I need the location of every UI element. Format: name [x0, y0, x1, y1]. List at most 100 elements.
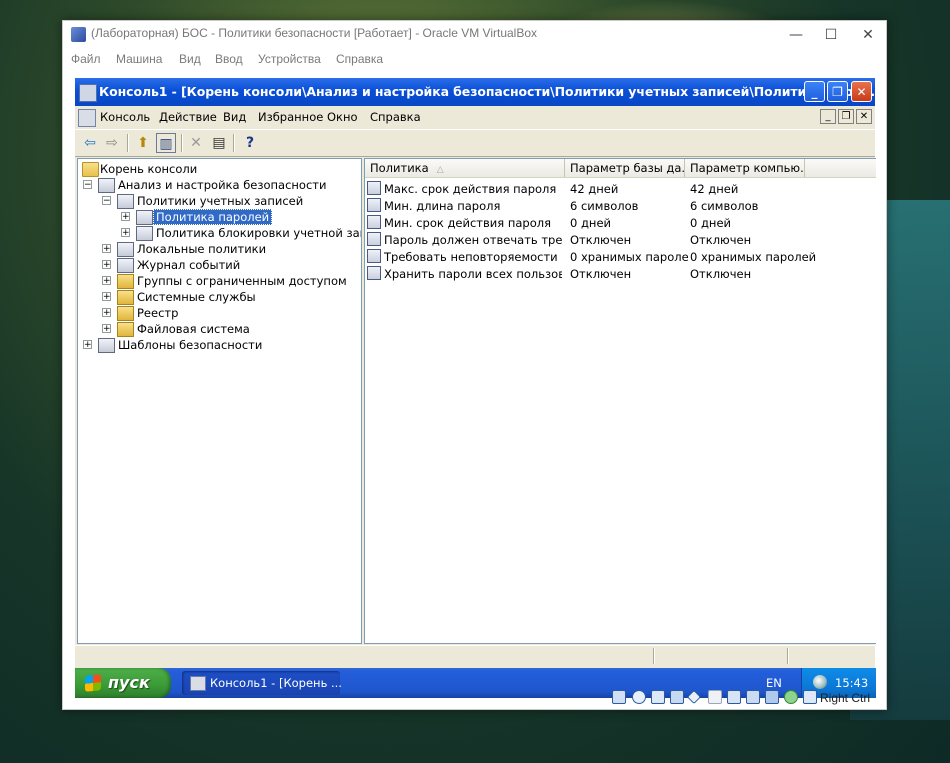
- table-row[interactable]: Макс. срок действия пароля 42 дней 42 дн…: [365, 180, 876, 197]
- audio-icon[interactable]: [651, 690, 665, 704]
- vbox-menu-machine[interactable]: Машина: [116, 52, 162, 66]
- up-folder-icon[interactable]: ⬆: [133, 133, 153, 153]
- tree-expand-icon[interactable]: +: [83, 340, 92, 350]
- mmc-menu-favorites[interactable]: Избранное: [258, 110, 323, 124]
- keyboard-capture-icon[interactable]: [803, 690, 817, 704]
- mmc-titlebar[interactable]: Консоль1 - [Корень консоли\Анализ и наст…: [75, 78, 884, 106]
- help-icon[interactable]: ?: [240, 133, 260, 153]
- policy-name: Пароль должен отвечать требо...: [384, 233, 562, 247]
- child-close-button[interactable]: ✕: [856, 109, 872, 124]
- host-key-label: Right Ctrl: [820, 691, 871, 705]
- tree-node-label[interactable]: Локальные политики: [135, 242, 268, 256]
- column-header-policy[interactable]: Политика △: [365, 159, 565, 177]
- tree-node-label[interactable]: Шаблоны безопасности: [116, 338, 264, 352]
- vbox-menu-file[interactable]: Файл: [71, 52, 101, 66]
- security-policy-icon: [117, 194, 134, 209]
- tree-expand-icon[interactable]: +: [102, 276, 111, 286]
- vbox-icon[interactable]: [765, 690, 779, 704]
- tree-expand-icon[interactable]: +: [102, 292, 111, 302]
- tree-node-label[interactable]: Системные службы: [135, 290, 258, 304]
- computer-setting-value: Отключен: [690, 267, 752, 281]
- mmc-menu-action[interactable]: Действие: [159, 110, 217, 124]
- mmc-close-button[interactable]: ✕: [851, 81, 872, 102]
- forward-arrow-icon[interactable]: ⇨: [102, 133, 122, 153]
- optical-drive-icon[interactable]: [632, 690, 646, 704]
- policy-name: Требовать неповторяемости па...: [384, 250, 562, 264]
- tree-node-label[interactable]: Реестр: [135, 306, 180, 320]
- vbox-menu-view[interactable]: Вид: [179, 52, 201, 66]
- delete-icon[interactable]: ✕: [186, 133, 206, 153]
- export-list-icon[interactable]: ▤: [209, 133, 229, 153]
- vbox-menu-input[interactable]: Ввод: [215, 52, 243, 66]
- tree-node-label[interactable]: Политика паролей: [153, 209, 273, 225]
- computer-setting-value: Отключен: [690, 233, 752, 247]
- database-setting-value: Отключен: [570, 267, 632, 281]
- shared-folders-icon[interactable]: [708, 690, 722, 704]
- mmc-title: Консоль1 - [Корень консоли\Анализ и наст…: [99, 84, 885, 99]
- virtualbox-app-icon: [71, 27, 86, 42]
- mmc-restore-button[interactable]: ❐: [827, 81, 848, 102]
- back-arrow-icon[interactable]: ⇦: [80, 133, 100, 153]
- table-row[interactable]: Мин. срок действия пароля 0 дней 0 дней: [365, 214, 876, 231]
- tree-expand-icon[interactable]: +: [121, 228, 130, 238]
- tree-expand-icon[interactable]: +: [102, 308, 111, 318]
- tree-node-label[interactable]: Политики учетных записей: [135, 194, 305, 208]
- vbox-menu-help[interactable]: Справка: [336, 52, 383, 66]
- mmc-menu-console[interactable]: Консоль: [100, 110, 150, 124]
- virtualbox-minimize-button[interactable]: —: [780, 24, 812, 46]
- display-icon[interactable]: [727, 690, 741, 704]
- virtualbox-close-button[interactable]: ✕: [852, 24, 884, 46]
- security-policy-icon: [117, 258, 134, 273]
- column-header-computer-setting[interactable]: Параметр компью...: [685, 159, 805, 177]
- table-row[interactable]: Хранить пароли всех пользоват... Отключе…: [365, 265, 876, 282]
- database-setting-value: Отключен: [570, 233, 632, 247]
- vbox-menu-devices[interactable]: Устройства: [258, 52, 321, 66]
- tree-node-label[interactable]: Файловая система: [135, 322, 252, 336]
- computer-setting-value: 0 хранимых паролей: [690, 250, 817, 264]
- mmc-document-icon[interactable]: [78, 109, 96, 127]
- mmc-menu-view[interactable]: Вид: [223, 110, 246, 124]
- policy-list[interactable]: Политика △ Параметр базы да... Параметр к…: [364, 158, 876, 644]
- tree-expand-icon[interactable]: +: [121, 212, 130, 222]
- tree-node-label[interactable]: Корень консоли: [98, 162, 199, 176]
- usb-icon[interactable]: [686, 689, 702, 705]
- tree-node-label[interactable]: Анализ и настройка безопасности: [116, 178, 328, 192]
- locked-folder-icon: [117, 290, 134, 305]
- tree-expand-icon[interactable]: +: [102, 324, 111, 334]
- console-tree[interactable]: Корень консоли − Анализ и настройка безо…: [77, 158, 362, 644]
- child-minimize-button[interactable]: _: [820, 109, 836, 124]
- column-header-database-setting[interactable]: Параметр базы да...: [565, 159, 685, 177]
- video-capture-icon[interactable]: [746, 690, 760, 704]
- locked-folder-icon: [117, 274, 134, 289]
- policy-item-icon: [367, 249, 381, 263]
- child-restore-button[interactable]: ❐: [838, 109, 854, 124]
- tree-collapse-icon[interactable]: −: [83, 180, 92, 190]
- mmc-toolbar: ⇦ ⇨ ⬆ ▥ ✕ ▤ ?: [75, 129, 875, 157]
- hard-disk-icon[interactable]: [612, 690, 626, 704]
- mmc-minimize-button[interactable]: _: [804, 81, 825, 102]
- table-row[interactable]: Требовать неповторяемости па... 0 храним…: [365, 248, 876, 265]
- guest-screen[interactable]: Консоль1 - [Корень консоли\Анализ и наст…: [75, 78, 884, 698]
- tree-node-label[interactable]: Журнал событий: [135, 258, 242, 272]
- database-setting-value: 6 символов: [570, 199, 639, 213]
- tree-collapse-icon[interactable]: −: [102, 196, 111, 206]
- mouse-integration-icon[interactable]: [784, 690, 798, 704]
- toolbar-separator: [233, 134, 235, 152]
- tree-expand-icon[interactable]: +: [102, 244, 111, 254]
- virtualbox-maximize-button[interactable]: ☐: [815, 24, 847, 46]
- virtualbox-titlebar[interactable]: (Лабораторная) БОС - Политики безопаснос…: [63, 21, 886, 49]
- tree-expand-icon[interactable]: +: [102, 260, 111, 270]
- mmc-menu-help[interactable]: Справка: [370, 110, 421, 124]
- security-policy-icon: [98, 338, 115, 353]
- table-row[interactable]: Пароль должен отвечать требо... Отключен…: [365, 231, 876, 248]
- computer-setting-value: 6 символов: [690, 199, 759, 213]
- network-icon[interactable]: [670, 690, 684, 704]
- status-separator: [653, 648, 655, 664]
- tree-node-label[interactable]: Политика блокировки учетной записи: [154, 226, 361, 240]
- locked-folder-icon: [117, 306, 134, 321]
- tree-node-label[interactable]: Группы с ограниченным доступом: [135, 274, 349, 288]
- virtualbox-title: (Лабораторная) БОС - Политики безопаснос…: [91, 26, 538, 40]
- show-hide-tree-icon[interactable]: ▥: [156, 133, 176, 153]
- table-row[interactable]: Мин. длина пароля 6 символов 6 символов: [365, 197, 876, 214]
- mmc-menu-window[interactable]: Окно: [327, 110, 358, 124]
